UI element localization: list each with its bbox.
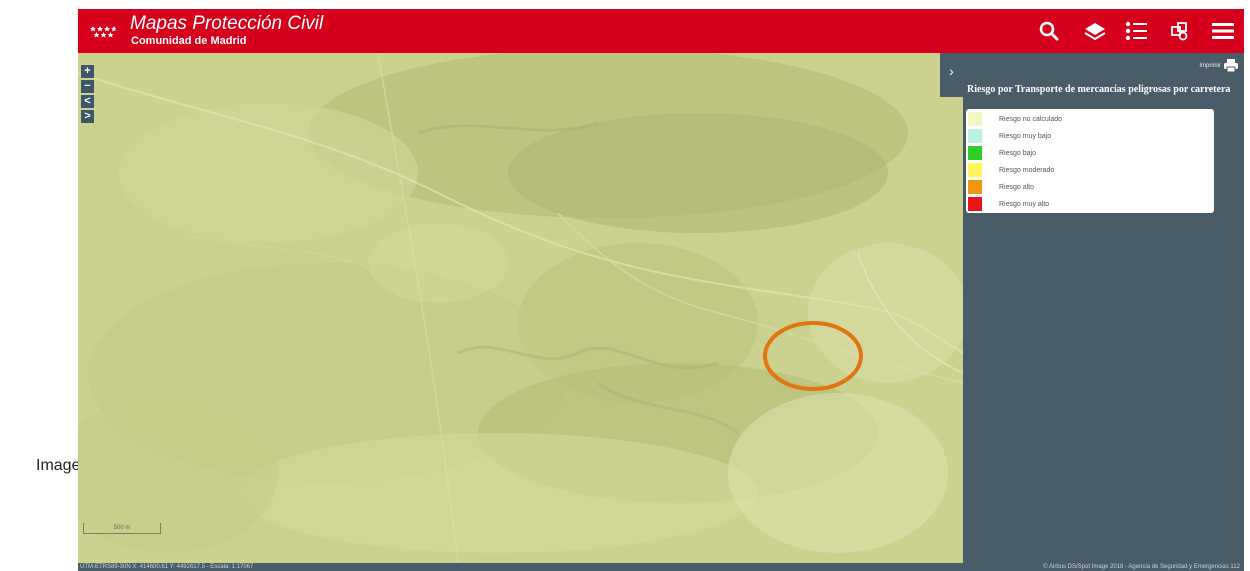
main-menu-button[interactable] — [1209, 17, 1237, 45]
legend-label: Riesgo alto — [999, 183, 1035, 191]
attribution-text: © Airbus DS/Spot Image 2018 - Agencia de… — [1043, 564, 1240, 570]
printer-icon — [1224, 59, 1238, 72]
aerial-imagery — [78, 53, 963, 563]
legend-swatch — [968, 129, 982, 143]
legend-label: Riesgo moderado — [999, 166, 1055, 174]
app-header: Mapas Protección Civil Comunidad de Madr… — [78, 9, 1244, 53]
legend-panel: Imprimir Riesgo por Transporte de mercan… — [963, 53, 1244, 563]
legend-swatch — [968, 146, 982, 160]
legend-item-alto: Riesgo alto — [968, 179, 1034, 195]
legend-swatch — [968, 197, 982, 211]
map-navigation-controls: + − < > — [81, 65, 94, 125]
legend-label: Riesgo no calculado — [999, 115, 1063, 123]
legend-item-no-calculado: Riesgo no calculado — [968, 111, 1062, 127]
scale-bar: 500 m — [83, 523, 161, 534]
legend-swatch — [968, 180, 982, 194]
legend-label: Riesgo muy bajo — [999, 132, 1052, 140]
community-logo-icon — [90, 26, 116, 38]
coordinates-readout: UTM-ETRS89-30N X: 414600.61 Y: 4492617.5… — [80, 564, 254, 570]
zoom-in-button[interactable]: + — [81, 65, 94, 78]
legend-item-muy-bajo: Riesgo muy bajo — [968, 128, 1051, 144]
print-label: Imprimir — [1199, 62, 1221, 69]
legend-swatch — [968, 112, 982, 126]
map-viewer-app: Mapas Protección Civil Comunidad de Madr… — [78, 9, 1244, 571]
legend-button[interactable] — [1122, 17, 1150, 45]
zoom-out-button[interactable]: − — [81, 80, 94, 93]
legend-item-moderado: Riesgo moderado — [968, 162, 1054, 178]
app-subtitle: Comunidad de Madrid — [131, 35, 247, 47]
tools-button[interactable] — [1166, 17, 1194, 45]
layer-title: Riesgo por Transporte de mercancías peli… — [967, 84, 1231, 95]
legend-swatch — [968, 163, 982, 177]
legend-label: Riesgo bajo — [999, 149, 1036, 157]
tools-icon — [1171, 22, 1188, 41]
print-button[interactable]: Imprimir — [1199, 59, 1238, 72]
collapse-panel-button[interactable]: › — [940, 53, 963, 97]
highlight-circle-marker — [763, 321, 863, 391]
legend-item-muy-alto: Riesgo muy alto — [968, 196, 1049, 212]
legend-label: Riesgo muy alto — [999, 200, 1050, 208]
menu-icon — [1212, 23, 1234, 39]
layers-button[interactable] — [1081, 17, 1109, 45]
legend-list-icon — [1125, 21, 1147, 41]
search-icon — [1039, 21, 1059, 41]
layers-icon — [1084, 23, 1106, 41]
next-extent-button[interactable]: > — [81, 110, 94, 123]
risk-legend: Riesgo no calculado Riesgo muy bajo Ries… — [966, 109, 1214, 213]
search-button[interactable] — [1035, 17, 1063, 45]
previous-extent-button[interactable]: < — [81, 95, 94, 108]
legend-item-bajo: Riesgo bajo — [968, 145, 1036, 161]
app-title: Mapas Protección Civil — [130, 13, 324, 34]
scale-bar-label: 500 m — [113, 525, 131, 531]
map-canvas[interactable]: + − < > 500 m — [78, 53, 963, 563]
status-bar: UTM-ETRS89-30N X: 414600.61 Y: 4492617.5… — [78, 563, 1244, 571]
